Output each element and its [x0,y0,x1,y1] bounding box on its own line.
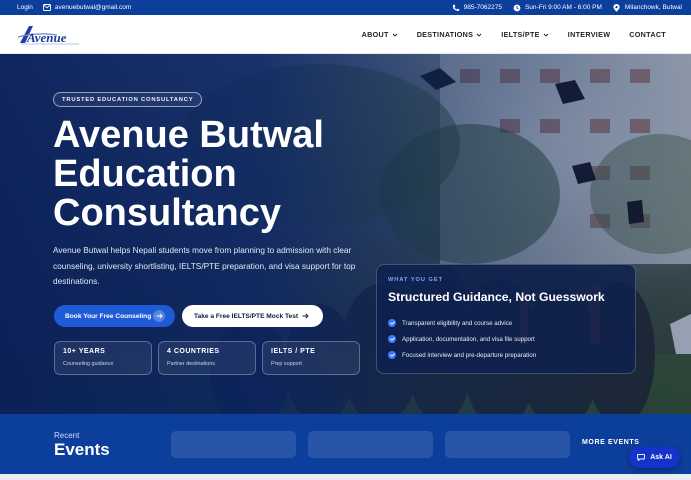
location-info: Milanchowk, Butwal [613,3,682,12]
events-title: Events [54,440,110,459]
nav-item-about[interactable]: ABOUT [362,30,398,39]
stat-card-years: 10+ YEARS Counseling guidance [54,341,152,375]
hero-description: Avenue Butwal helps Nepali students move… [53,245,356,286]
mail-icon [42,4,51,12]
stat-label: Counseling guidance [63,361,114,367]
nav-item-label[interactable]: INTERVIEW [568,30,611,39]
events-section: Recent Events MORE EVENTS [0,414,691,480]
ask-ai-button[interactable]: Ask AI [629,447,680,468]
hero-title-line1: Avenue Butwal [53,114,324,156]
arrow-right-icon [153,310,165,322]
more-events-link[interactable]: MORE EVENTS [582,439,640,446]
what-you-get-card: WHAT YOU GET Structured Guidance, Not Gu… [376,264,636,374]
event-card-placeholder[interactable] [445,431,570,458]
check-icon [388,319,396,327]
arrow-right-icon [299,310,311,322]
email-text[interactable]: avenuebutwal@gmail.com [55,4,131,11]
list-item: Transparent eligibility and course advic… [388,315,624,331]
hero-title-line2: Education [53,153,237,195]
chevron-down-icon [543,33,549,37]
chevron-down-icon [392,33,398,37]
trust-badge: TRUSTED EDUCATION CONSULTANCY [53,92,203,107]
chat-bubble-icon [637,454,646,461]
event-card-placeholder[interactable] [308,431,433,458]
stat-value: IELTS / PTE [271,348,316,355]
trust-badge-text: TRUSTED EDUCATION CONSULTANCY [62,96,194,103]
phone-link[interactable]: 985-7062275 [452,4,502,12]
map-pin-icon [613,3,621,12]
stat-value: 4 COUNTRIES [167,348,220,355]
hero-title-line3: Consultancy [53,192,282,234]
benefit-text: Focused interview and pre-departure prep… [402,351,537,359]
stat-card-prep: IELTS / PTE Prep support [262,341,360,375]
book-counseling-button[interactable]: Book Your Free Counseling [54,305,175,327]
ask-ai-label[interactable]: Ask AI [650,454,672,461]
hero-section: TRUSTED EDUCATION CONSULTANCY Avenue But… [0,54,691,414]
benefit-text: Transparent eligibility and course advic… [402,319,513,327]
card-eyebrow: WHAT YOU GET [388,277,443,283]
chevron-down-icon [476,33,482,37]
nav-item-destinations[interactable]: DESTINATIONS [417,30,483,39]
check-icon [388,351,396,359]
email-link[interactable]: avenuebutwal@gmail.com [42,4,131,12]
site-logo[interactable]: Avenue [17,23,83,47]
page-divider [0,474,691,480]
card-title: Structured Guidance, Not Guesswork [388,290,605,304]
nav-item-label[interactable]: DESTINATIONS [417,30,474,39]
benefit-text: Application, documentation, and visa fil… [402,335,535,343]
list-item: Application, documentation, and visa fil… [388,331,624,347]
location-text: Milanchowk, Butwal [624,4,682,11]
list-item: Focused interview and pre-departure prep… [388,347,624,363]
top-bar: Login avenuebutwal@gmail.com 985-7062275… [0,0,691,15]
mock-test-button[interactable]: Take a Free IELTS/PTE Mock Test [182,305,323,327]
nav-item-interview[interactable]: INTERVIEW [568,30,611,39]
nav-item-contact[interactable]: CONTACT [629,30,666,39]
events-kicker: Recent [54,431,80,440]
book-counseling-label[interactable]: Book Your Free Counseling [65,313,151,320]
benefit-list: Transparent eligibility and course advic… [388,315,624,363]
nav-item-label[interactable]: IELTS/PTE [501,30,540,39]
clock-icon [513,4,521,12]
hours-text: Sun-Fri 9:00 AM - 6:00 PM [524,4,602,11]
mock-test-label[interactable]: Take a Free IELTS/PTE Mock Test [194,313,298,320]
main-navigation: Avenue ABOUT DESTINATIONS IELTS/PTE INTE… [0,15,691,54]
logo-text: Avenue [26,30,67,45]
phone-text[interactable]: 985-7062275 [464,4,502,11]
stat-value: 10+ YEARS [63,348,106,355]
stat-label: Prep support [271,361,302,367]
stat-label: Partner destinations [167,361,215,367]
stat-card-countries: 4 COUNTRIES Partner destinations [158,341,256,375]
login-link[interactable]: Login [17,4,33,11]
login-label[interactable]: Login [17,4,33,11]
hours-info: Sun-Fri 9:00 AM - 6:00 PM [513,4,602,12]
nav-item-label[interactable]: ABOUT [362,30,389,39]
nav-menu: ABOUT DESTINATIONS IELTS/PTE INTERVIEW C… [362,15,666,54]
check-icon [388,335,396,343]
nav-item-label[interactable]: CONTACT [629,30,666,39]
event-card-placeholder[interactable] [171,431,296,458]
phone-icon [452,4,460,12]
hero-title: Avenue Butwal Education Consultancy [53,116,383,233]
nav-item-ielts-pte[interactable]: IELTS/PTE [501,30,549,39]
